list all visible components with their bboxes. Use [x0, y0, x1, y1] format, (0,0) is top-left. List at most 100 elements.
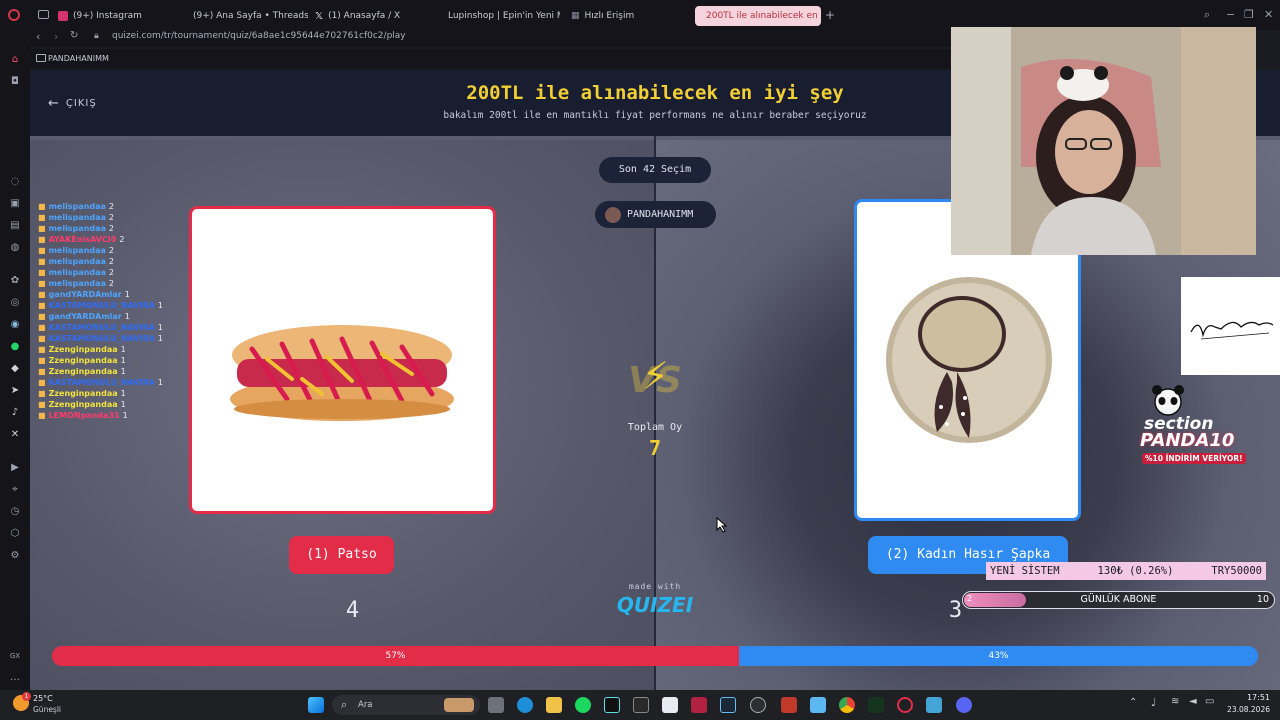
- chat-username[interactable]: melispandaa: [49, 256, 106, 267]
- tab-quiz-active[interactable]: 200TL ile alınabilecek en iy: [695, 6, 821, 26]
- url-input[interactable]: quizei.com/tr/tournament/quiz/6a8ae1c956…: [112, 31, 406, 41]
- obs-icon[interactable]: [633, 697, 649, 713]
- twitch-icon[interactable]: ▣: [9, 198, 21, 210]
- steam-icon[interactable]: [720, 697, 736, 713]
- sub-goal-target: 10: [1256, 594, 1269, 605]
- chat-username[interactable]: melispandaa: [49, 278, 106, 289]
- tab-threads[interactable]: (9+) Ana Sayfa • Threads: [188, 6, 308, 26]
- clock-time[interactable]: 17:51: [1230, 693, 1270, 702]
- bookmark-folder[interactable]: PANDAHANIMM: [48, 54, 109, 63]
- microphone-icon[interactable]: ♩: [1151, 696, 1156, 709]
- chat-count: 1: [120, 400, 126, 409]
- new-tab-icon[interactable]: +: [825, 8, 835, 22]
- chevron-up-icon[interactable]: ⌃: [1129, 697, 1137, 708]
- whatsapp-icon[interactable]: ●: [9, 341, 21, 353]
- user-badge[interactable]: PANDAHANIMM: [595, 201, 716, 228]
- gx-icon[interactable]: GX: [9, 650, 21, 662]
- discord-icon[interactable]: ◆: [9, 363, 21, 375]
- chat-username[interactable]: melispandaa: [49, 223, 106, 234]
- nvidia-icon[interactable]: [868, 697, 884, 713]
- opera-gx-logo-icon[interactable]: [8, 9, 20, 21]
- chat-username[interactable]: gandYARDAmlar: [49, 311, 122, 322]
- telegram-icon[interactable]: ➤: [9, 385, 21, 397]
- choice-card-left[interactable]: [189, 206, 496, 514]
- chat-username[interactable]: gandYARDAmlar: [49, 289, 122, 300]
- chat-username[interactable]: Zzenginpandaa: [49, 399, 118, 410]
- maximize-icon[interactable]: ❐: [1244, 8, 1254, 21]
- windows-start-icon[interactable]: [308, 697, 324, 713]
- task-view-icon[interactable]: [488, 697, 504, 713]
- quizei-logo[interactable]: QUIZEI: [605, 593, 705, 617]
- messenger-sidebar-icon[interactable]: ◉: [9, 319, 21, 331]
- chat-message: ■ AYAKEnisAVCI0 2: [38, 234, 168, 245]
- battery-icon[interactable]: ▭: [1205, 696, 1214, 707]
- choice-left-button[interactable]: (1) Patso: [289, 536, 394, 574]
- messenger-icon[interactable]: ◍: [9, 242, 21, 254]
- valorant-icon[interactable]: [691, 697, 707, 713]
- volume-icon[interactable]: ◄: [1189, 696, 1197, 707]
- tab-speed-dial[interactable]: ▦ Hızlı Erişim: [571, 6, 681, 26]
- opera-gx-taskbar-icon[interactable]: [897, 697, 913, 713]
- discord-taskbar-icon[interactable]: [956, 697, 972, 713]
- chat-username[interactable]: AYAKEnisAVCI0: [49, 234, 117, 245]
- file-explorer-icon[interactable]: [546, 697, 562, 713]
- bag-icon[interactable]: ▤: [9, 220, 21, 232]
- chat-badge-icon: ■: [38, 389, 46, 398]
- cube-icon[interactable]: ⬡: [9, 528, 21, 540]
- chat-username[interactable]: LEMONpanda31: [49, 410, 120, 421]
- recent-selections-button[interactable]: Son 42 Seçim: [599, 157, 711, 183]
- riot-icon[interactable]: [781, 697, 797, 713]
- user-label: PANDAHANIMM: [627, 209, 694, 220]
- chatgpt-icon[interactable]: ✿: [9, 275, 21, 287]
- chat-username[interactable]: KASTAMONULU_NAVIRA: [49, 322, 155, 333]
- home-icon[interactable]: ⌂: [9, 54, 21, 66]
- reload-icon[interactable]: ↻: [70, 30, 78, 41]
- chrome-icon[interactable]: [839, 697, 855, 713]
- tiktok-icon[interactable]: ♪: [9, 407, 21, 419]
- tab-instagram[interactable]: (9+) Instagram: [58, 6, 178, 26]
- back-arrow-icon[interactable]: ‹: [36, 30, 40, 43]
- avatar: [605, 206, 621, 223]
- chat-message: ■ melispandaa 2: [38, 223, 168, 234]
- more-icon[interactable]: …: [9, 672, 21, 684]
- instagram-sidebar-icon[interactable]: ◎: [9, 297, 21, 309]
- chat-username[interactable]: melispandaa: [49, 267, 106, 278]
- app-icon[interactable]: [750, 697, 766, 713]
- chat-username[interactable]: KASTAMONULU_NAVIRA: [49, 333, 155, 344]
- promo-line3: %10 İNDİRİM VERİYOR!: [1142, 453, 1246, 464]
- chat-username[interactable]: KASTAMONULU_NAVIRA: [49, 300, 155, 311]
- taskbar-search[interactable]: ⌕ Ara: [332, 695, 480, 715]
- chat-username[interactable]: melispandaa: [49, 201, 106, 212]
- chat-username[interactable]: Zzenginpandaa: [49, 344, 118, 355]
- history-icon[interactable]: ◷: [9, 506, 21, 518]
- tiktok-taskbar-icon[interactable]: [604, 697, 620, 713]
- vpn-icon[interactable]: [926, 697, 942, 713]
- workspace-icon[interactable]: [38, 10, 49, 19]
- settings-icon[interactable]: ⚙: [9, 550, 21, 562]
- minimize-icon[interactable]: −: [1226, 8, 1235, 21]
- search-tabs-icon[interactable]: ⌕: [1204, 8, 1210, 22]
- chat-username[interactable]: Zzenginpandaa: [49, 366, 118, 377]
- total-votes-value: 7: [648, 436, 662, 460]
- wifi-icon[interactable]: ≋: [1171, 696, 1179, 707]
- chat-username[interactable]: melispandaa: [49, 212, 106, 223]
- clock-date[interactable]: 23.08.2026: [1220, 705, 1270, 714]
- chat-username[interactable]: Zzenginpandaa: [49, 388, 118, 399]
- chat-username[interactable]: Zzenginpandaa: [49, 355, 118, 366]
- player-icon[interactable]: ▶: [9, 462, 21, 474]
- edge-icon[interactable]: [517, 697, 533, 713]
- x-sidebar-icon[interactable]: ✕: [9, 429, 21, 441]
- capcut-icon[interactable]: [662, 697, 678, 713]
- gx-corner-icon[interactable]: ◌: [9, 176, 21, 188]
- chat-username[interactable]: KASTAMONULU_NAVIRA: [49, 377, 155, 388]
- chat-badge-icon: ■: [38, 334, 46, 343]
- close-icon[interactable]: ✕: [1264, 8, 1273, 21]
- gamepad-icon[interactable]: ◘: [9, 76, 21, 88]
- pin-icon[interactable]: ⌖: [9, 484, 21, 496]
- tab-x[interactable]: 𝕏 (1) Anasayfa / X: [315, 6, 435, 26]
- notepad-icon[interactable]: [810, 697, 826, 713]
- chat-username[interactable]: melispandaa: [49, 245, 106, 256]
- tab-lupinshop[interactable]: Lupinshop | Epin'in Yeni Me: [443, 6, 560, 26]
- forward-arrow-icon[interactable]: ›: [54, 30, 58, 43]
- spotify-icon[interactable]: [575, 697, 591, 713]
